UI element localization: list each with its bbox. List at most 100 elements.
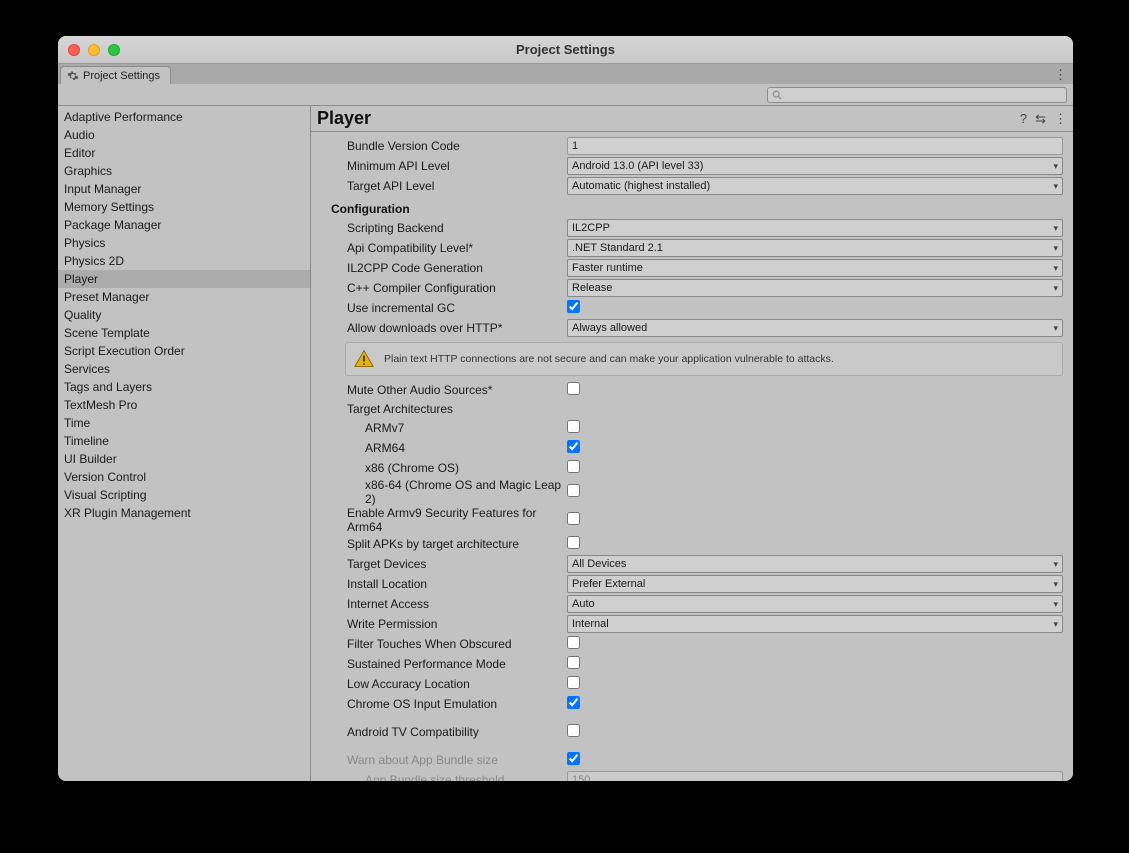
sidebar-item-preset-manager[interactable]: Preset Manager: [58, 288, 310, 306]
checkbox-incremental-gc[interactable]: [567, 300, 580, 313]
panel-title: Player: [317, 108, 371, 129]
label-min-api: Minimum API Level: [327, 159, 567, 173]
dropdown-scripting-backend[interactable]: IL2CPP▾: [567, 219, 1063, 237]
dropdown-internet-access[interactable]: Auto▾: [567, 595, 1063, 613]
content-scroll[interactable]: Bundle Version Code Minimum API Level An…: [311, 132, 1073, 781]
sidebar-item-tags-and-layers[interactable]: Tags and Layers: [58, 378, 310, 396]
tab-project-settings[interactable]: Project Settings: [60, 66, 171, 84]
sidebar-item-graphics[interactable]: Graphics: [58, 162, 310, 180]
label-target-architectures: Target Architectures: [327, 400, 1063, 418]
panel-header: Player ? ⇆ ⋮: [311, 106, 1073, 132]
sidebar-item-script-execution-order[interactable]: Script Execution Order: [58, 342, 310, 360]
dropdown-api-compat[interactable]: .NET Standard 2.1▾: [567, 239, 1063, 257]
search-row: [58, 84, 1073, 106]
dropdown-http[interactable]: Always allowed▾: [567, 319, 1063, 337]
zoom-button[interactable]: [108, 44, 120, 56]
body: Adaptive PerformanceAudioEditorGraphicsI…: [58, 106, 1073, 781]
minimize-button[interactable]: [88, 44, 100, 56]
sidebar-item-package-manager[interactable]: Package Manager: [58, 216, 310, 234]
checkbox-low-accuracy[interactable]: [567, 676, 580, 689]
sidebar-item-ui-builder[interactable]: UI Builder: [58, 450, 310, 468]
sidebar-item-time[interactable]: Time: [58, 414, 310, 432]
dropdown-cpp-compiler[interactable]: Release▾: [567, 279, 1063, 297]
sidebar-item-timeline[interactable]: Timeline: [58, 432, 310, 450]
chevron-down-icon: ▾: [1053, 599, 1058, 610]
dropdown-write-permission[interactable]: Internal▾: [567, 615, 1063, 633]
sidebar-item-xr-plugin-management[interactable]: XR Plugin Management: [58, 504, 310, 522]
label-armv9: Enable Armv9 Security Features for Arm64: [327, 506, 567, 534]
checkbox-chrome-input[interactable]: [567, 696, 580, 709]
tab-menu-icon[interactable]: ⋮: [1054, 67, 1067, 83]
panel-menu-icon[interactable]: ⋮: [1054, 111, 1067, 127]
chevron-down-icon: ▾: [1053, 323, 1058, 334]
checkbox-warn-bundle[interactable]: [567, 752, 580, 765]
label-android-tv: Android TV Compatibility: [327, 725, 567, 739]
label-http: Allow downloads over HTTP*: [327, 321, 567, 335]
search-field[interactable]: [767, 87, 1067, 103]
sidebar-item-adaptive-performance[interactable]: Adaptive Performance: [58, 108, 310, 126]
input-bundle-threshold[interactable]: [567, 771, 1063, 781]
chevron-down-icon: ▾: [1053, 243, 1058, 254]
label-bundle-threshold: App Bundle size threshold: [327, 773, 567, 781]
sidebar-item-physics-2d[interactable]: Physics 2D: [58, 252, 310, 270]
checkbox-filter-touches[interactable]: [567, 636, 580, 649]
project-settings-window: Project Settings Project Settings ⋮ Adap…: [58, 36, 1073, 781]
checkbox-x8664[interactable]: [567, 484, 580, 497]
presets-icon[interactable]: ⇆: [1035, 111, 1046, 127]
http-warning-text: Plain text HTTP connections are not secu…: [384, 353, 834, 365]
dropdown-min-api[interactable]: Android 13.0 (API level 33)▾: [567, 157, 1063, 175]
label-incremental-gc: Use incremental GC: [327, 301, 567, 315]
label-chrome-input: Chrome OS Input Emulation: [327, 697, 567, 711]
dropdown-target-api[interactable]: Automatic (highest installed)▾: [567, 177, 1063, 195]
label-arm64: ARM64: [327, 441, 567, 455]
sidebar-item-version-control[interactable]: Version Control: [58, 468, 310, 486]
label-api-compat: Api Compatibility Level*: [327, 241, 567, 255]
sidebar-item-scene-template[interactable]: Scene Template: [58, 324, 310, 342]
sidebar-item-memory-settings[interactable]: Memory Settings: [58, 198, 310, 216]
sidebar-item-editor[interactable]: Editor: [58, 144, 310, 162]
sidebar-item-visual-scripting[interactable]: Visual Scripting: [58, 486, 310, 504]
label-target-api: Target API Level: [327, 179, 567, 193]
dropdown-il2cpp-codegen[interactable]: Faster runtime▾: [567, 259, 1063, 277]
sidebar-item-physics[interactable]: Physics: [58, 234, 310, 252]
label-x86: x86 (Chrome OS): [327, 461, 567, 475]
chevron-down-icon: ▾: [1053, 223, 1058, 234]
label-install-location: Install Location: [327, 577, 567, 591]
search-input[interactable]: [786, 89, 1062, 100]
sidebar-item-quality[interactable]: Quality: [58, 306, 310, 324]
label-sustained-perf: Sustained Performance Mode: [327, 657, 567, 671]
chevron-down-icon: ▾: [1053, 619, 1058, 630]
window-title: Project Settings: [58, 42, 1073, 57]
sidebar-item-textmesh-pro[interactable]: TextMesh Pro: [58, 396, 310, 414]
label-low-accuracy: Low Accuracy Location: [327, 677, 567, 691]
checkbox-sustained-perf[interactable]: [567, 656, 580, 669]
sidebar[interactable]: Adaptive PerformanceAudioEditorGraphicsI…: [58, 106, 311, 781]
help-icon[interactable]: ?: [1020, 111, 1027, 127]
label-filter-touches: Filter Touches When Obscured: [327, 637, 567, 651]
sidebar-item-audio[interactable]: Audio: [58, 126, 310, 144]
label-scripting-backend: Scripting Backend: [327, 221, 567, 235]
label-target-devices: Target Devices: [327, 557, 567, 571]
checkbox-android-tv[interactable]: [567, 724, 580, 737]
gear-icon: [67, 70, 79, 82]
close-button[interactable]: [68, 44, 80, 56]
label-mute-audio: Mute Other Audio Sources*: [327, 383, 567, 397]
checkbox-x86[interactable]: [567, 460, 580, 473]
dropdown-target-devices[interactable]: All Devices▾: [567, 555, 1063, 573]
checkbox-armv7[interactable]: [567, 420, 580, 433]
checkbox-mute-audio[interactable]: [567, 382, 580, 395]
checkbox-armv9[interactable]: [567, 512, 580, 525]
tab-label: Project Settings: [83, 70, 160, 82]
warning-icon: [354, 349, 374, 369]
label-cpp-compiler: C++ Compiler Configuration: [327, 281, 567, 295]
section-configuration: Configuration: [327, 196, 1063, 218]
sidebar-item-services[interactable]: Services: [58, 360, 310, 378]
sidebar-item-input-manager[interactable]: Input Manager: [58, 180, 310, 198]
input-bundle-version-code[interactable]: [567, 137, 1063, 155]
label-x8664: x86-64 (Chrome OS and Magic Leap 2): [327, 478, 567, 506]
main-panel: Player ? ⇆ ⋮ Bundle Version Code Minimum…: [311, 106, 1073, 781]
dropdown-install-location[interactable]: Prefer External▾: [567, 575, 1063, 593]
checkbox-split-apks[interactable]: [567, 536, 580, 549]
sidebar-item-player[interactable]: Player: [58, 270, 310, 288]
checkbox-arm64[interactable]: [567, 440, 580, 453]
